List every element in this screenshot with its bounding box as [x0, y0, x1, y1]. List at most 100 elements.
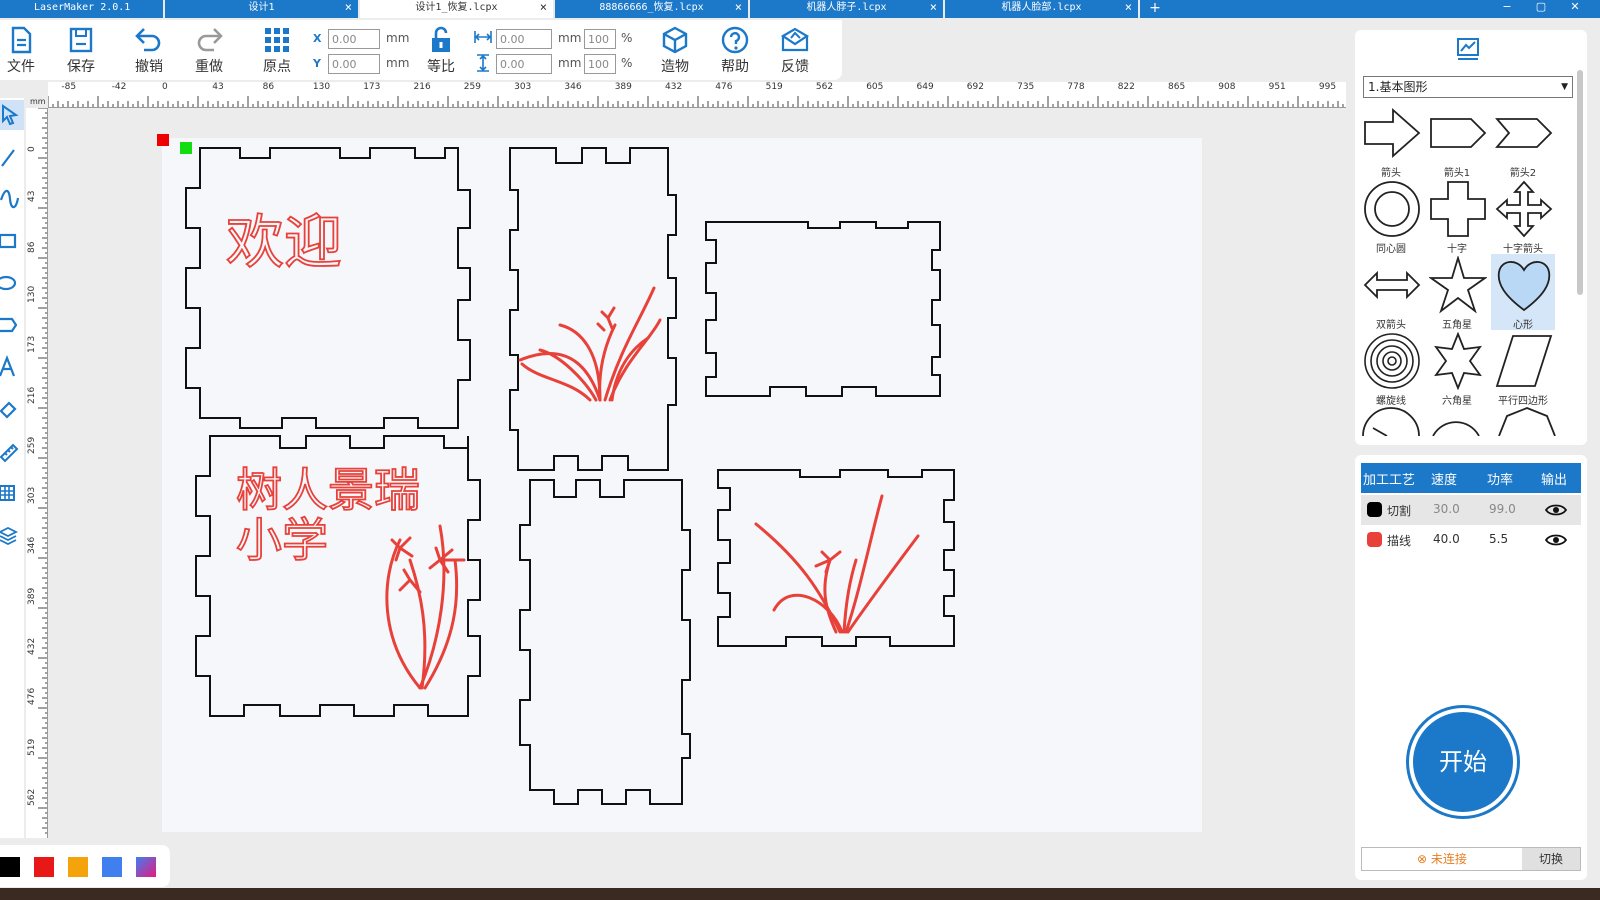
- x-unit: mm: [386, 31, 410, 45]
- layer-speed[interactable]: 40.0: [1433, 532, 1460, 546]
- close-icon[interactable]: ×: [1125, 0, 1132, 15]
- shape-arrow1[interactable]: 箭头1: [1425, 102, 1489, 179]
- tab-robot-face[interactable]: 机器人脸部.lcpx ×: [945, 0, 1140, 18]
- help-icon: [721, 26, 749, 54]
- shape-library-panel: 1.基本图形 ▼ 箭头 箭头1 箭头2 同心圆 十字 十字箭头 双箭头 五角星 心…: [1355, 30, 1587, 445]
- shapes-scrollbar[interactable]: [1577, 70, 1583, 295]
- shape-five-star[interactable]: 五角星: [1425, 254, 1489, 331]
- measure-tool[interactable]: [0, 436, 24, 466]
- width-input[interactable]: [496, 29, 552, 49]
- y-unit: mm: [386, 56, 410, 70]
- arrow-shape-icon: [1364, 108, 1421, 158]
- color-swatch-orange[interactable]: [68, 857, 88, 877]
- feedback-label: 反馈: [781, 59, 809, 75]
- x-label: X: [313, 32, 322, 45]
- header-process: 加工工艺: [1363, 473, 1416, 488]
- line-tool[interactable]: [0, 142, 24, 172]
- ratio-lock-button[interactable]: 等比: [416, 26, 466, 76]
- eye-icon[interactable]: [1545, 532, 1567, 548]
- exit-icon[interactable]: ✕: [1560, 0, 1590, 14]
- height-percent-sign: %: [621, 56, 633, 70]
- app-title: LaserMaker 2.0.1: [0, 0, 165, 18]
- curve-icon: [0, 189, 20, 209]
- switch-button[interactable]: 切换: [1522, 848, 1580, 870]
- x-input[interactable]: [328, 29, 380, 49]
- array-tool[interactable]: [0, 478, 24, 508]
- origin-button[interactable]: 原点: [252, 26, 302, 76]
- layer-color[interactable]: [1367, 532, 1382, 547]
- height-icon: [477, 54, 489, 72]
- select-tool[interactable]: [0, 100, 24, 130]
- close-icon[interactable]: ×: [540, 0, 547, 15]
- header-output: 输出: [1541, 473, 1568, 488]
- connection-status[interactable]: ⊗ 未连接: [1362, 848, 1522, 870]
- layers-header: 加工工艺 速度 功率 输出: [1361, 463, 1581, 493]
- rectangle-tool[interactable]: [0, 226, 24, 256]
- eye-icon[interactable]: [1545, 502, 1567, 518]
- shape-heart[interactable]: 心形: [1491, 254, 1555, 331]
- shape-label: 五角星: [1442, 320, 1472, 331]
- cross-arrow-icon: [1495, 180, 1553, 238]
- shape-label: 螺旋线: [1376, 396, 1406, 407]
- work-area-plate[interactable]: [162, 138, 1202, 832]
- layer-power[interactable]: 99.0: [1489, 502, 1516, 516]
- rectangle-icon: [0, 233, 17, 249]
- redo-button[interactable]: 重做: [184, 26, 234, 76]
- chevron-down-icon: ▼: [1561, 82, 1568, 92]
- maximize-icon[interactable]: ▢: [1526, 0, 1556, 14]
- ellipse-tool[interactable]: [0, 268, 24, 298]
- shape-arrow[interactable]: 箭头: [1359, 102, 1423, 179]
- shape-double-arrow[interactable]: 双箭头: [1359, 254, 1423, 331]
- color-swatch-gradient[interactable]: [136, 857, 156, 877]
- close-icon[interactable]: ×: [345, 0, 352, 15]
- close-icon[interactable]: ×: [930, 0, 937, 15]
- eraser-tool[interactable]: [0, 394, 24, 424]
- color-swatch-blue[interactable]: [102, 857, 122, 877]
- text-tool[interactable]: [0, 352, 24, 382]
- tab-88866666[interactable]: 88866666_恢复.lcpx ×: [555, 0, 750, 18]
- minimize-icon[interactable]: −: [1492, 0, 1522, 14]
- undo-label: 撤销: [135, 59, 163, 75]
- build-button[interactable]: 造物: [650, 26, 700, 76]
- height-input[interactable]: [496, 54, 552, 74]
- shape-six-star[interactable]: 六角星: [1425, 330, 1489, 407]
- undo-button[interactable]: 撤销: [124, 26, 174, 76]
- layers-tool[interactable]: [0, 520, 24, 550]
- shape-concentric-circle[interactable]: 同心圆: [1359, 178, 1423, 255]
- height-percent-input[interactable]: [584, 54, 616, 74]
- shape-arrow2[interactable]: 箭头2: [1491, 102, 1555, 179]
- layer-speed[interactable]: 30.0: [1433, 502, 1460, 516]
- curve-tool[interactable]: [0, 184, 24, 214]
- shape-category-select[interactable]: 1.基本图形 ▼: [1363, 76, 1573, 98]
- add-tab-button[interactable]: +: [1140, 0, 1170, 18]
- shape-cross-arrow[interactable]: 十字箭头: [1491, 178, 1555, 255]
- file-icon: [11, 26, 32, 54]
- layer-color[interactable]: [1367, 502, 1382, 517]
- start-button[interactable]: 开始: [1409, 708, 1517, 816]
- help-button[interactable]: 帮助: [710, 26, 760, 76]
- shape-cross[interactable]: 十字: [1425, 178, 1489, 255]
- close-icon[interactable]: ×: [735, 0, 742, 15]
- layer-power[interactable]: 5.5: [1489, 532, 1508, 546]
- file-button[interactable]: 文件: [0, 26, 46, 76]
- save-button[interactable]: 保存: [56, 26, 106, 76]
- polygon-tool[interactable]: [0, 310, 24, 340]
- save-label: 保存: [67, 59, 95, 75]
- feedback-button[interactable]: 反馈: [770, 26, 820, 76]
- color-swatch-black[interactable]: [0, 857, 20, 877]
- width-percent-input[interactable]: [584, 29, 616, 49]
- color-swatch-red[interactable]: [34, 857, 54, 877]
- tab-design1[interactable]: 设计1 ×: [165, 0, 360, 18]
- tab-robot-neck[interactable]: 机器人脖子.lcpx ×: [750, 0, 945, 18]
- pentagon-arrow-icon: [1430, 118, 1487, 148]
- app-title-text: LaserMaker 2.0.1: [34, 2, 131, 13]
- y-label: Y: [313, 57, 321, 70]
- chart-icon[interactable]: [1455, 36, 1481, 62]
- shape-spiral[interactable]: 螺旋线: [1359, 330, 1423, 407]
- tab-design1-recovered[interactable]: 设计1_恢复.lcpx ×: [360, 0, 555, 18]
- heart-icon: [1497, 261, 1551, 312]
- layer-row-line[interactable]: 描线 40.0 5.5: [1361, 525, 1581, 555]
- shape-parallelogram[interactable]: 平行四边形: [1491, 330, 1555, 407]
- y-input[interactable]: [328, 54, 380, 74]
- layer-row-cut[interactable]: 切割 30.0 99.0: [1361, 495, 1581, 525]
